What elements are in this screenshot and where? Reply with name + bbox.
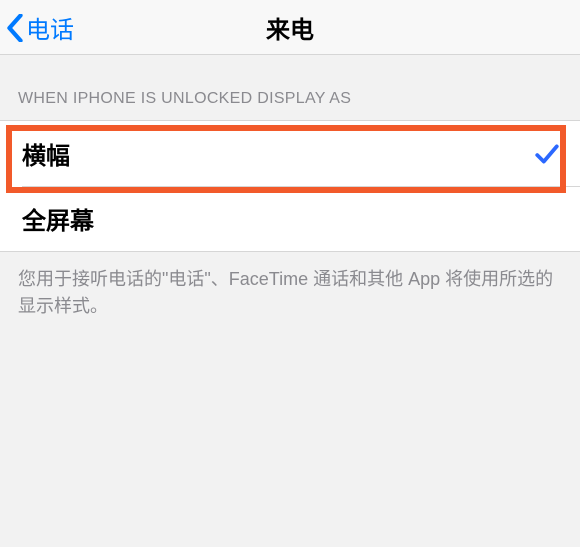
page-title: 来电 — [266, 10, 314, 45]
section-footer: 您用于接听电话的"电话"、FaceTime 通话和其他 App 将使用所选的显示… — [0, 252, 580, 320]
option-label: 横幅 — [22, 136, 70, 171]
display-style-section: WHEN IPHONE IS UNLOCKED DISPLAY AS 横幅 全屏… — [0, 90, 580, 320]
navbar: 电话 来电 — [0, 0, 580, 55]
back-button[interactable]: 电话 — [6, 0, 74, 55]
option-list: 横幅 全屏幕 — [0, 120, 580, 252]
option-label: 全屏幕 — [22, 201, 94, 236]
chevron-left-icon — [6, 14, 24, 42]
section-header: WHEN IPHONE IS UNLOCKED DISPLAY AS — [0, 90, 580, 120]
option-fullscreen[interactable]: 全屏幕 — [0, 186, 580, 251]
option-banner[interactable]: 横幅 — [0, 121, 580, 186]
back-label: 电话 — [26, 10, 74, 45]
checkmark-icon — [534, 141, 560, 167]
